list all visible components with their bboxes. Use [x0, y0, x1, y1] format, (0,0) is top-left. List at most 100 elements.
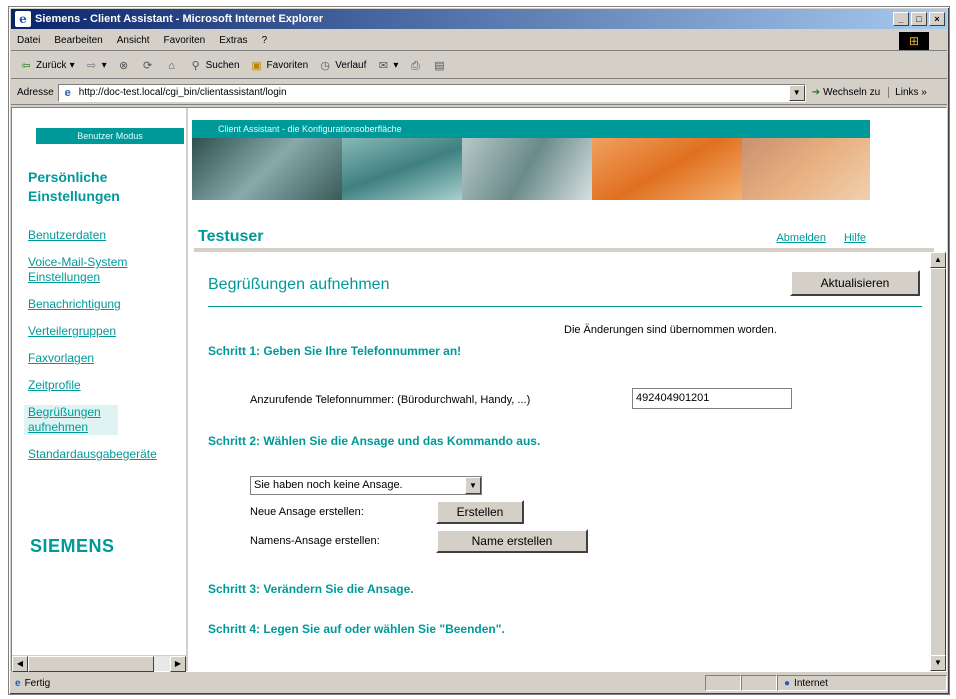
phone-input[interactable]: 492404901201: [632, 388, 792, 409]
page-title: Begrüßungen aufnehmen: [208, 276, 390, 293]
menu-edit[interactable]: Bearbeiten: [54, 35, 102, 46]
main-scroll-thumb[interactable]: [930, 268, 946, 656]
siemens-logo: SIEMENS: [30, 536, 115, 556]
nav-item-standardausgabegeraete[interactable]: Standardausgabegeräte: [28, 447, 186, 462]
status-bar: e Fertig ● Internet: [11, 674, 947, 692]
help-link[interactable]: Hilfe: [844, 232, 866, 244]
scroll-right-icon[interactable]: ▶: [170, 656, 186, 672]
main-vertical-scrollbar[interactable]: ▲ ▼: [930, 252, 946, 671]
go-label: Wechseln zu: [823, 87, 881, 98]
back-arrow-icon: ⇦: [21, 59, 31, 72]
announcement-select-value: Sie haben noch keine Ansage.: [254, 479, 403, 491]
security-zone: ● Internet: [777, 675, 947, 691]
user-row: Testuser Abmelden Hilfe: [194, 226, 870, 248]
page-done-icon: e: [15, 677, 21, 689]
refresh-icon: ⟳: [143, 59, 153, 72]
scroll-left-icon[interactable]: ◀: [12, 656, 28, 672]
address-bar: Adresse e http://doc-test.local/cgi_bin/…: [11, 81, 947, 105]
content-area: Begrüßungen aufnehmen Aktualisieren Die …: [194, 252, 934, 671]
address-dropdown-icon[interactable]: ▼: [788, 84, 805, 101]
history-button[interactable]: ◷ Verlauf: [318, 59, 366, 73]
status-cell-2: [741, 675, 777, 691]
nav-title: Persönliche Einstellungen: [28, 168, 120, 206]
forward-button[interactable]: ⇨ ▾: [85, 59, 107, 73]
go-button[interactable]: ➔ Wechseln zu: [812, 87, 880, 98]
nav-title-line2: Einstellungen: [28, 188, 120, 204]
select-dropdown-icon[interactable]: ▼: [465, 477, 481, 494]
mail-icon: ✉: [378, 59, 388, 72]
forward-arrow-icon: ⇨: [86, 59, 97, 72]
left-horizontal-scrollbar[interactable]: ◀ ▶: [12, 655, 186, 672]
banner-photo-keyboard: [342, 138, 462, 200]
ie-icon: e: [15, 11, 31, 27]
toolbar: ⇦ Zurück ▾ ⇨ ▾ ⊗ ⟳ ⌂ ⚲ Suchen ▣ Favorite…: [11, 53, 947, 79]
home-icon: ⌂: [168, 59, 175, 72]
nav-item-begruessungen[interactable]: Begrüßungen aufnehmen: [24, 405, 118, 435]
minimize-button[interactable]: _: [893, 12, 909, 26]
nav-item-verteilergruppen[interactable]: Verteilergruppen: [28, 324, 186, 339]
menu-view[interactable]: Ansicht: [117, 35, 150, 46]
maximize-button[interactable]: □: [911, 12, 927, 26]
address-url: http://doc-test.local/cgi_bin/clientassi…: [78, 87, 287, 98]
status-cell-1: [705, 675, 741, 691]
page-icon: e: [64, 86, 71, 99]
logout-link[interactable]: Abmelden: [776, 232, 826, 244]
create-button[interactable]: Erstellen: [436, 500, 524, 524]
nav-item-benutzerdaten[interactable]: Benutzerdaten: [28, 228, 186, 243]
print-button[interactable]: ⎙: [408, 59, 422, 73]
search-button[interactable]: ⚲ Suchen: [189, 59, 240, 73]
username: Testuser: [198, 228, 264, 245]
nav-item-zeitprofile[interactable]: Zeitprofile: [28, 378, 186, 393]
search-icon: ⚲: [191, 59, 200, 72]
zone-label: Internet: [794, 677, 828, 689]
create-name-button[interactable]: Name erstellen: [436, 529, 588, 553]
nav-item-faxvorlagen[interactable]: Faxvorlagen: [28, 351, 186, 366]
scroll-down-icon[interactable]: ▼: [930, 655, 946, 671]
menu-file[interactable]: Datei: [17, 35, 40, 46]
menu-tools[interactable]: Extras: [219, 35, 247, 46]
status-text: Fertig: [24, 677, 51, 689]
refresh-button[interactable]: Aktualisieren: [790, 270, 920, 296]
print-icon: ⎙: [411, 59, 420, 72]
title-bar: e Siemens - Client Assistant - Microsoft…: [11, 9, 947, 29]
refresh-browser-button[interactable]: ⟳: [141, 59, 155, 73]
forward-dropdown-icon: ▾: [101, 60, 107, 71]
stop-button[interactable]: ⊗: [117, 59, 131, 73]
close-button[interactable]: ×: [929, 12, 945, 26]
banner-photo-hands: [192, 138, 342, 200]
mail-dropdown-icon: ▾: [393, 60, 399, 71]
left-nav-frame: Benutzer Modus Persönliche Einstellungen…: [12, 108, 188, 672]
back-button[interactable]: ⇦ Zurück ▾: [19, 59, 75, 73]
back-dropdown-icon: ▾: [69, 60, 75, 71]
favorites-label: Favoriten: [266, 60, 309, 71]
edit-button[interactable]: ▤: [432, 59, 446, 73]
menu-favorites[interactable]: Favoriten: [164, 35, 206, 46]
favorites-folder-icon: ▣: [251, 59, 262, 72]
address-input[interactable]: e http://doc-test.local/cgi_bin/clientas…: [57, 83, 806, 102]
banner-photo-phone: [462, 138, 592, 200]
nav-item-voice-mail[interactable]: Voice-Mail-System Einstellungen: [28, 255, 158, 285]
announcement-select[interactable]: Sie haben noch keine Ansage. ▼: [250, 476, 482, 495]
status-message: Die Änderungen sind übernommen worden.: [564, 324, 777, 336]
nav-list: Benutzerdaten Voice-Mail-System Einstell…: [24, 228, 186, 474]
history-label: Verlauf: [335, 60, 367, 71]
history-icon: ◷: [320, 59, 331, 72]
banner-caption: Client Assistant - die Konfigurationsobe…: [192, 120, 870, 138]
search-label: Suchen: [205, 60, 240, 71]
mail-button[interactable]: ✉ ▾: [376, 59, 399, 73]
left-scroll-thumb[interactable]: [28, 656, 154, 672]
main-frame: Client Assistant - die Konfigurationsobe…: [190, 108, 946, 671]
name-announcement-label: Namens-Ansage erstellen:: [250, 535, 380, 547]
browser-window: e Siemens - Client Assistant - Microsoft…: [8, 6, 950, 695]
mode-bar: Benutzer Modus: [36, 128, 184, 144]
links-button[interactable]: Links »: [888, 87, 927, 98]
nav-item-benachrichtigung[interactable]: Benachrichtigung: [28, 297, 186, 312]
back-label: Zurück: [36, 60, 67, 71]
favorites-button[interactable]: ▣ Favoriten: [250, 59, 309, 73]
phone-label: Anzurufende Telefonnummer: (Bürodurchwah…: [250, 394, 531, 406]
window-title: Siemens - Client Assistant - Microsoft I…: [35, 13, 324, 25]
home-button[interactable]: ⌂: [165, 59, 179, 73]
scroll-up-icon[interactable]: ▲: [930, 252, 946, 268]
page-viewport: Benutzer Modus Persönliche Einstellungen…: [11, 107, 947, 672]
menu-help[interactable]: ?: [262, 35, 268, 46]
